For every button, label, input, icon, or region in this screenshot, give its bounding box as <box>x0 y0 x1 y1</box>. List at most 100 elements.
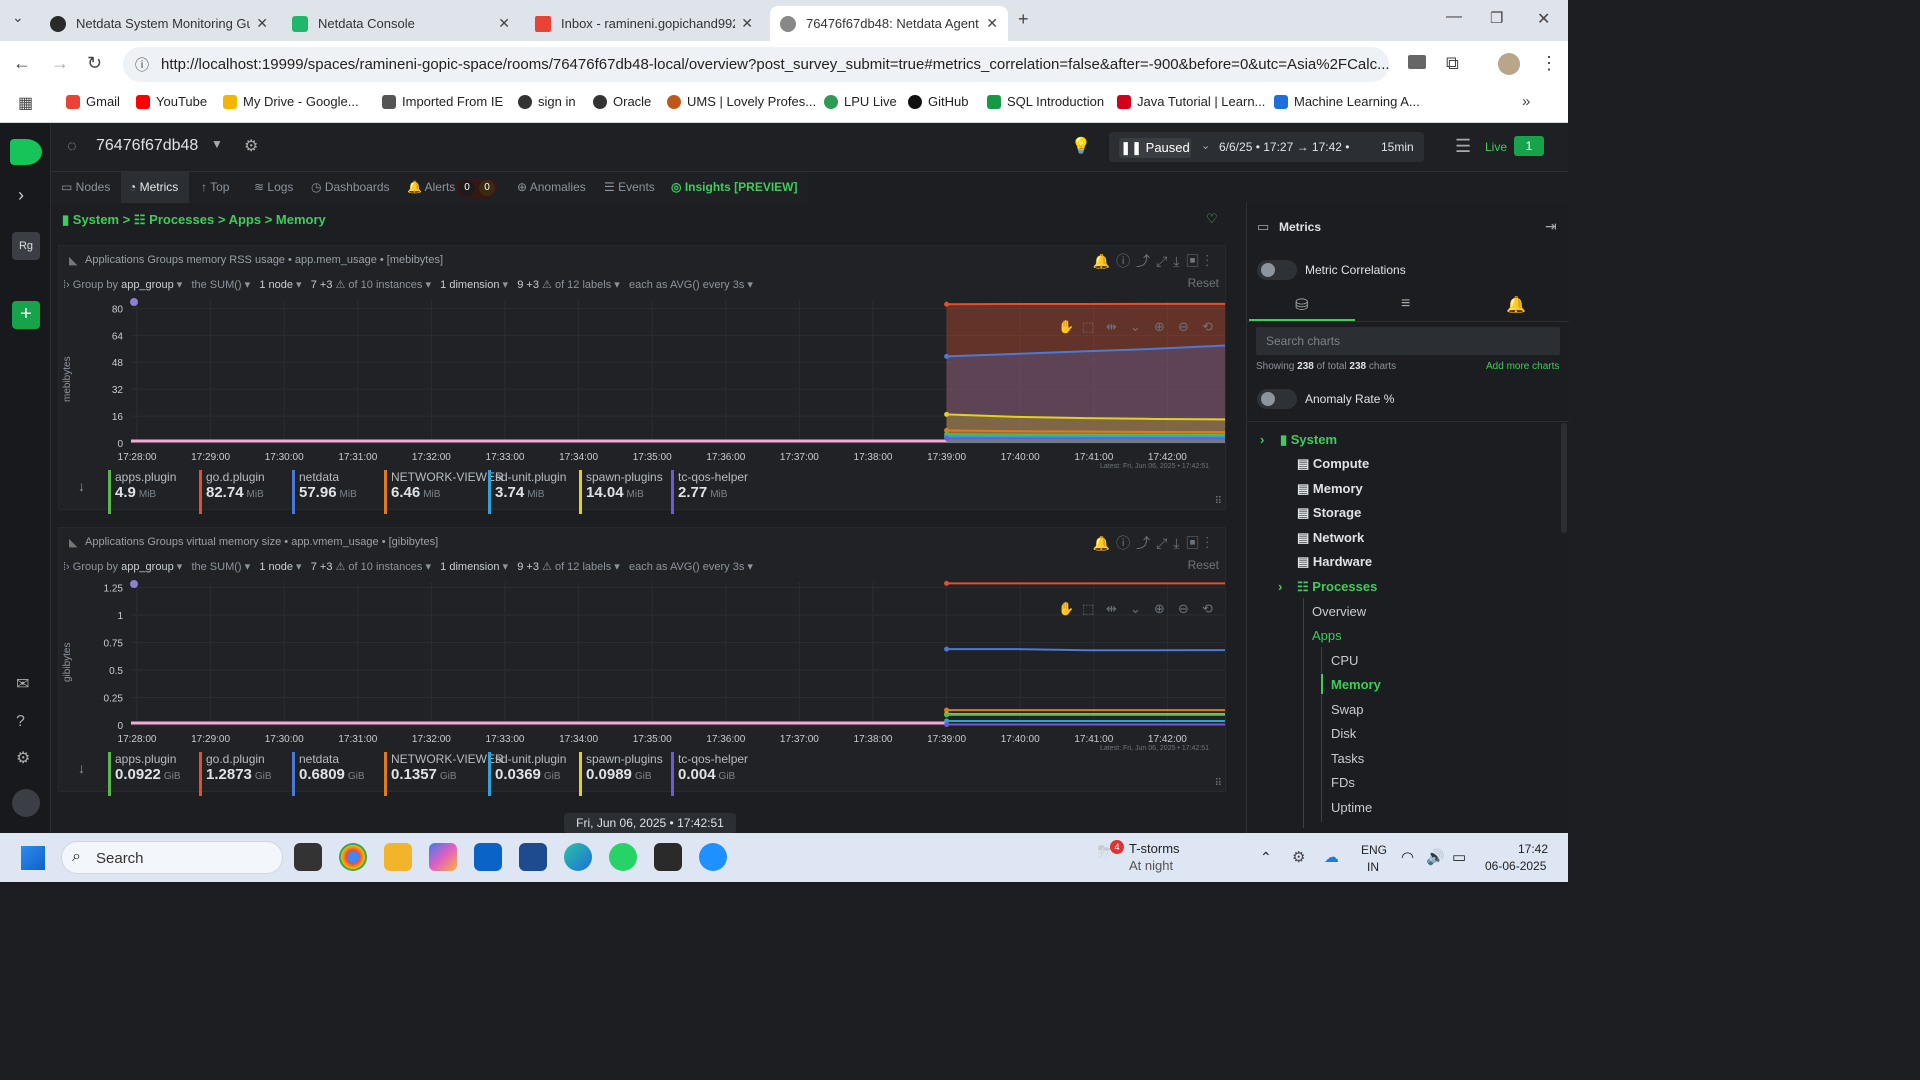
reload-icon[interactable]: ↻ <box>87 53 102 74</box>
tab-close-icon[interactable]: ✕ <box>256 15 268 32</box>
lang-secondary[interactable]: IN <box>1367 860 1379 874</box>
tab-events[interactable]: ☰ Events <box>604 180 655 194</box>
browser-tab-4-active[interactable]: 76476f67db48: Netdata Agent C ✕ <box>770 6 1008 41</box>
sort-icon[interactable]: ↓ <box>78 478 85 494</box>
address-bar[interactable]: ⓘ http://localhost:19999/spaces/ramineni… <box>123 47 1389 82</box>
bookmark-java[interactable]: Java Tutorial | Learn... <box>1117 94 1265 109</box>
clock-time[interactable]: 17:42 <box>1518 842 1548 856</box>
forward-icon[interactable]: → <box>51 53 69 74</box>
tree-apps-memory[interactable]: Memory <box>1331 677 1381 692</box>
chart-controls[interactable]: ⁞› Group by app_group ▾ the SUM() ▾ 1 no… <box>63 560 753 573</box>
tree-cpu[interactable]: CPU <box>1331 653 1358 668</box>
charts-tab-icon[interactable]: ⛁ <box>1295 295 1308 315</box>
bookmark-youtube[interactable]: YouTube <box>136 94 207 109</box>
legend-item[interactable]: sd-unit.plugin 0.0369 GiB <box>488 752 566 796</box>
tab-top[interactable]: ↑ Top <box>201 180 229 194</box>
bookmark-gmail[interactable]: Gmail <box>66 94 120 109</box>
taskbar-search[interactable]: ⌕ Search <box>61 841 283 874</box>
favorite-heart-icon[interactable]: ♡ <box>1206 211 1218 227</box>
clock-date[interactable]: 06-06-2025 <box>1485 859 1546 873</box>
site-info-icon[interactable]: ⓘ <box>135 55 149 75</box>
docker-icon[interactable] <box>699 843 727 871</box>
tree-hardware[interactable]: ▤ Hardware <box>1297 554 1372 570</box>
time-control[interactable]: ❚❚ Paused ⌄ 6/6/25 • 17:27 → 17:42 • 15m… <box>1109 132 1424 162</box>
browser-menu-icon[interactable]: ⋮ <box>1540 53 1558 74</box>
back-icon[interactable]: ← <box>13 53 31 74</box>
chart-toolbar-icons[interactable]: 🔔ⓘ⤴⤢⤓▣⋮ <box>1093 251 1215 271</box>
tree-uptime[interactable]: Uptime <box>1331 800 1372 815</box>
live-count-badge[interactable]: 1 <box>1514 136 1544 156</box>
tree-apps[interactable]: Apps <box>1312 628 1342 643</box>
browser-tab-1[interactable]: Netdata System Monitoring Gu ✕ <box>40 6 278 41</box>
chart-toolbar-icons[interactable]: 🔔ⓘ⤴⤢⤓▣⋮ <box>1093 533 1215 553</box>
lightbulb-icon[interactable]: 💡 <box>1071 136 1091 156</box>
tab-nodes[interactable]: ▭ Nodes <box>61 180 110 194</box>
vpn-icon[interactable]: ⚙ <box>1292 848 1305 866</box>
legend-item[interactable]: tc-qos-helper 0.004 GiB <box>671 752 748 796</box>
add-more-charts-link[interactable]: Add more charts <box>1486 361 1559 372</box>
metric-correlations-toggle[interactable] <box>1257 260 1297 280</box>
browser-tab-3[interactable]: Inbox - ramineni.gopichand992 ✕ <box>525 6 763 41</box>
extensions-icon[interactable]: ⧉ <box>1446 53 1459 74</box>
profile-avatar[interactable] <box>1498 53 1520 75</box>
tab-logs[interactable]: ≋ Logs <box>254 180 293 194</box>
app-icon[interactable] <box>519 843 547 871</box>
volume-icon[interactable]: 🔊 <box>1426 848 1445 866</box>
layout-icon[interactable]: ☰ <box>1455 136 1471 157</box>
bookmark-imported[interactable]: Imported From IE <box>382 94 503 109</box>
tab-alerts[interactable]: 🔔 Alerts <box>407 180 455 194</box>
reset-button[interactable]: Reset <box>1188 558 1219 572</box>
chart-controls[interactable]: ⁞› Group by app_group ▾ the SUM() ▾ 1 no… <box>63 278 753 291</box>
legend-item[interactable]: netdata 0.6809 GiB <box>292 752 365 796</box>
netdata-logo-icon[interactable] <box>10 139 42 165</box>
legend-item[interactable]: NETWORK-VIEWER 0.1357 GiB <box>384 752 504 796</box>
bookmark-ums[interactable]: UMS | Lovely Profes... <box>667 94 816 109</box>
outlook-icon[interactable] <box>474 843 502 871</box>
wifi-icon[interactable]: ◠ <box>1401 848 1414 866</box>
anomaly-rate-toggle[interactable] <box>1257 389 1297 409</box>
tab-anomalies[interactable]: ⊕ Anomalies <box>517 180 586 194</box>
tree-system[interactable]: ▮ System <box>1280 432 1337 448</box>
legend-item[interactable]: sd-unit.plugin 3.74 MiB <box>488 470 566 514</box>
crumb-system[interactable]: System <box>73 212 119 227</box>
tree-tasks[interactable]: Tasks <box>1331 751 1364 766</box>
tree-chevron-icon[interactable]: › <box>1260 432 1264 447</box>
start-icon[interactable] <box>21 846 45 870</box>
legend-item[interactable]: NETWORK-VIEWER 6.46 MiB <box>384 470 504 514</box>
node-settings-icon[interactable]: ⚙ <box>244 136 258 156</box>
settings-icon[interactable]: ⚙ <box>16 748 30 768</box>
window-close-icon[interactable]: ✕ <box>1537 9 1550 29</box>
filter-tab-icon[interactable]: ≡ <box>1401 295 1410 313</box>
panel-scrollbar[interactable] <box>1561 423 1567 533</box>
legend-item[interactable]: apps.plugin 4.9 MiB <box>108 470 176 514</box>
tree-disk[interactable]: Disk <box>1331 726 1356 741</box>
expand-sidebar-icon[interactable]: › <box>18 185 24 206</box>
tray-overflow-icon[interactable]: ⌃ <box>1260 849 1272 866</box>
tab-close-icon[interactable]: ✕ <box>498 15 510 32</box>
bookmark-sign-in[interactable]: sign in <box>518 94 576 109</box>
reset-button[interactable]: Reset <box>1188 276 1219 290</box>
tab-close-icon[interactable]: ✕ <box>741 15 753 32</box>
help-icon[interactable]: ? <box>16 713 25 731</box>
search-charts-input[interactable]: Search charts <box>1256 327 1560 355</box>
weather-title[interactable]: T-storms <box>1129 841 1180 856</box>
collapse-panel-icon[interactable]: ⇥ <box>1545 218 1557 235</box>
whatsapp-icon[interactable] <box>609 843 637 871</box>
tree-overview[interactable]: Overview <box>1312 604 1366 619</box>
legend-item[interactable]: go.d.plugin 82.74 MiB <box>199 470 265 514</box>
alerts-badge[interactable]: 0 0 <box>457 179 497 197</box>
tab-insights[interactable]: ◎ Insights [PREVIEW] <box>671 180 797 194</box>
tab-dashboards[interactable]: ◷ Dashboards <box>311 180 390 194</box>
legend-item[interactable]: spawn-plugins 14.04 MiB <box>579 470 663 514</box>
legend-item[interactable]: netdata 57.96 MiB <box>292 470 357 514</box>
copilot-icon[interactable] <box>429 843 457 871</box>
battery-icon[interactable]: ▭ <box>1452 848 1466 866</box>
bookmark-sql[interactable]: SQL Introduction <box>987 94 1104 109</box>
legend-item[interactable]: spawn-plugins 0.0989 GiB <box>579 752 663 796</box>
node-name[interactable]: 76476f67db48 <box>96 137 198 155</box>
duration[interactable]: 15min <box>1381 140 1414 154</box>
node-dropdown-icon[interactable]: ▼ <box>211 137 223 151</box>
restore-icon[interactable]: ❐ <box>1490 9 1503 27</box>
onedrive-icon[interactable]: ☁ <box>1324 848 1339 866</box>
bookmark-ml[interactable]: Machine Learning A... <box>1274 94 1420 109</box>
